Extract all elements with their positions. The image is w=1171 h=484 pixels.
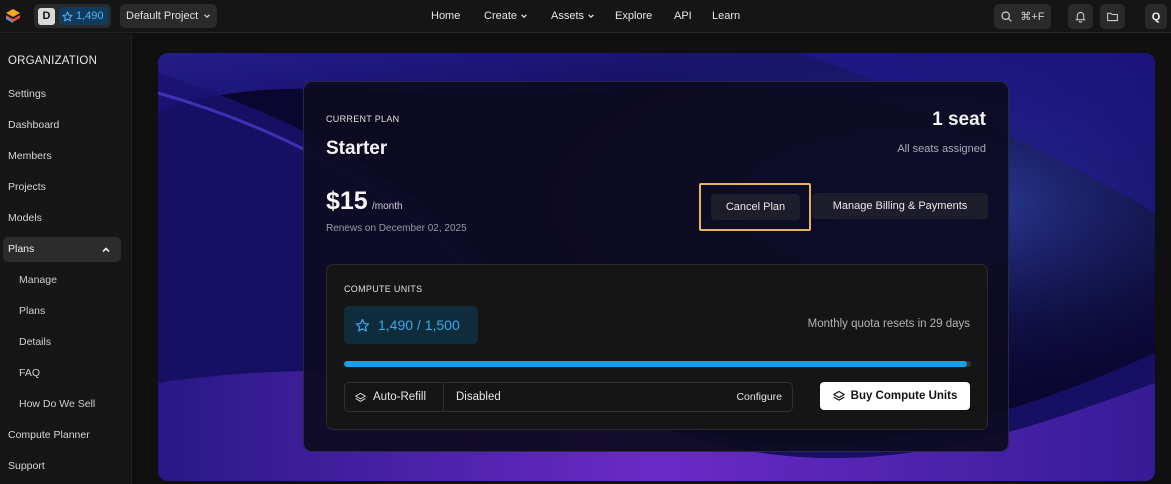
bell-icon (1075, 11, 1086, 23)
nav-api[interactable]: API (674, 10, 692, 22)
plan-price: $15 (326, 187, 368, 215)
compute-balance: 1,490 / 1,500 (378, 317, 460, 333)
notifications-button[interactable] (1068, 4, 1093, 29)
compute-balance-badge: 1,490 / 1,500 (344, 306, 478, 344)
top-bar: D 1,490 Default Project Home Create Asse… (0, 0, 1171, 33)
sidebar-title: ORGANIZATION (8, 55, 98, 67)
search-shortcut: ⌘+F (1020, 11, 1045, 23)
sidebar-item-projects[interactable]: Projects (8, 181, 46, 193)
auto-refill-label: Auto-Refill (373, 391, 427, 403)
quota-reset-note: Monthly quota resets in 29 days (807, 318, 970, 330)
chevron-down-icon (521, 14, 527, 19)
current-plan-card: CURRENT PLAN Starter 1 seat All seats as… (303, 81, 1009, 452)
current-plan-label: CURRENT PLAN (326, 114, 400, 124)
compute-units-card: COMPUTE UNITS 1,490 / 1,500 Monthly quot… (326, 264, 988, 430)
progress-fill (344, 361, 967, 367)
star-icon (62, 10, 73, 21)
cancel-plan-highlight: Cancel Plan (699, 183, 811, 231)
star-icon (355, 318, 370, 332)
workspace-avatar: D (38, 7, 55, 25)
credits-count: 1,490 (76, 10, 104, 22)
buy-compute-units-button[interactable]: Buy Compute Units (820, 382, 970, 410)
nav-explore[interactable]: Explore (615, 10, 652, 22)
sidebar-item-label: Plans (8, 243, 35, 255)
nav-create[interactable]: Create (484, 10, 528, 22)
sidebar: ORGANIZATION Settings Dashboard Members … (0, 34, 132, 484)
app-logo-icon[interactable] (5, 8, 21, 24)
seat-count: 1 seat (932, 109, 986, 130)
manage-billing-button[interactable]: Manage Billing & Payments (812, 193, 988, 219)
renewal-date: Renews on December 02, 2025 (326, 223, 467, 234)
sidebar-item-members[interactable]: Members (8, 150, 52, 162)
sidebar-item-support[interactable]: Support (8, 460, 45, 472)
sidebar-subitem-plans[interactable]: Plans (19, 305, 45, 317)
auto-refill-status: Disabled (456, 391, 501, 403)
auto-refill-control: Auto-Refill Disabled Configure (344, 382, 793, 412)
auto-refill-tab[interactable]: Auto-Refill (345, 383, 444, 411)
user-avatar[interactable]: Q (1145, 4, 1167, 29)
price-period: /month (372, 201, 403, 212)
sidebar-subitem-faq[interactable]: FAQ (19, 367, 40, 379)
workspace-switcher[interactable]: D 1,490 (34, 4, 111, 28)
search-icon (1001, 11, 1013, 22)
project-selector[interactable]: Default Project (120, 4, 217, 28)
configure-link[interactable]: Configure (736, 391, 782, 403)
credits-badge[interactable]: 1,490 (59, 7, 109, 25)
sidebar-item-compute-planner[interactable]: Compute Planner (8, 429, 90, 441)
cancel-plan-button[interactable]: Cancel Plan (711, 194, 800, 220)
sidebar-subitem-details[interactable]: Details (19, 336, 51, 348)
nav-home[interactable]: Home (431, 10, 460, 22)
nav-learn[interactable]: Learn (712, 10, 740, 22)
chevron-down-icon (588, 14, 594, 19)
sidebar-subitem-how-we-sell[interactable]: How Do We Sell (19, 398, 95, 410)
folder-icon (1107, 12, 1118, 22)
layers-icon (355, 392, 366, 402)
seats-assigned-note: All seats assigned (897, 143, 986, 155)
buy-compute-units-label: Buy Compute Units (850, 390, 958, 402)
compute-usage-progress (344, 361, 971, 367)
chevron-down-icon (204, 14, 210, 19)
sidebar-item-plans[interactable]: Plans (3, 237, 121, 262)
nav-assets[interactable]: Assets (551, 10, 595, 22)
sidebar-item-dashboard[interactable]: Dashboard (8, 119, 59, 131)
chevron-up-icon (102, 247, 110, 253)
search-button[interactable]: ⌘+F (994, 4, 1051, 29)
sidebar-item-settings[interactable]: Settings (8, 88, 46, 100)
sidebar-item-models[interactable]: Models (8, 212, 42, 224)
sidebar-subitem-manage[interactable]: Manage (19, 274, 57, 286)
files-button[interactable] (1100, 4, 1125, 29)
project-name: Default Project (126, 10, 199, 22)
layers-icon (832, 390, 845, 401)
compute-units-label: COMPUTE UNITS (344, 284, 423, 294)
plan-name: Starter (326, 138, 388, 159)
